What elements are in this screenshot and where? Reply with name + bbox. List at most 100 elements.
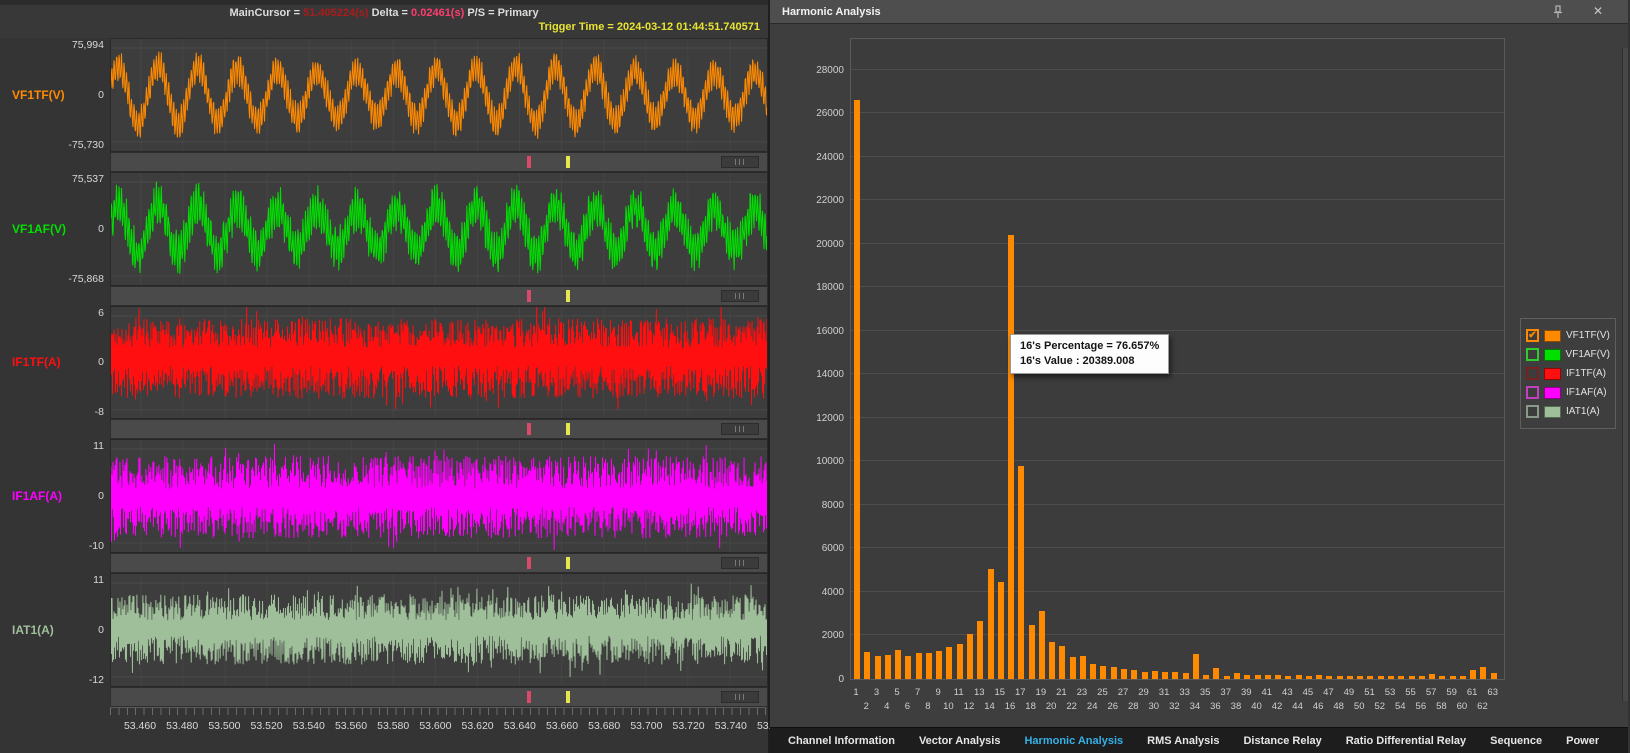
harmonic-bar[interactable]: [1470, 670, 1476, 679]
harmonic-bar[interactable]: [854, 100, 860, 679]
harmonic-bar[interactable]: [1347, 676, 1353, 679]
channel-name[interactable]: IF1TF(A): [12, 355, 61, 369]
aux-cursor-marker[interactable]: [566, 423, 570, 435]
legend-item[interactable]: IAT1(A): [1526, 402, 1610, 421]
tab-rms-analysis[interactable]: RMS Analysis: [1147, 735, 1219, 747]
legend-item[interactable]: VF1AF(V): [1526, 345, 1610, 364]
harmonic-bar[interactable]: [1265, 675, 1271, 679]
aux-cursor-marker[interactable]: [566, 290, 570, 302]
harmonic-bar[interactable]: [1121, 669, 1127, 679]
harmonic-bar[interactable]: [1142, 672, 1148, 679]
tab-channel-information[interactable]: Channel Information: [788, 735, 895, 747]
harmonic-bar[interactable]: [1152, 671, 1158, 679]
scrollbar-thumb[interactable]: [721, 423, 759, 435]
legend-item[interactable]: IF1AF(A): [1526, 383, 1610, 402]
harmonic-bar[interactable]: [1306, 676, 1312, 679]
harmonic-bar[interactable]: [916, 653, 922, 679]
aux-cursor-marker[interactable]: [566, 691, 570, 703]
scrollbar-thumb[interactable]: [721, 691, 759, 703]
harmonic-bar[interactable]: [1080, 656, 1086, 679]
harmonic-bar[interactable]: [1275, 675, 1281, 679]
harmonic-bar[interactable]: [905, 656, 911, 679]
tab-sequence[interactable]: Sequence: [1490, 735, 1542, 747]
harmonic-bar[interactable]: [1213, 668, 1219, 679]
harmonic-bar[interactable]: [1460, 676, 1466, 679]
channel-scroll-strip[interactable]: [110, 687, 768, 707]
harmonic-bar[interactable]: [1367, 676, 1373, 679]
harmonic-bar[interactable]: [1491, 673, 1497, 679]
harmonic-bar[interactable]: [1183, 673, 1189, 679]
tab-vector-analysis[interactable]: Vector Analysis: [919, 735, 1001, 747]
harmonic-bar[interactable]: [1296, 675, 1302, 679]
main-cursor-marker[interactable]: [527, 290, 531, 302]
harmonic-bar[interactable]: [1018, 466, 1024, 679]
channel-name[interactable]: VF1AF(V): [12, 222, 66, 236]
harmonic-bar[interactable]: [1193, 654, 1199, 679]
close-icon[interactable]: ✕: [1590, 3, 1606, 19]
channel-scroll-strip[interactable]: [110, 419, 768, 439]
harmonic-bar[interactable]: [1172, 672, 1178, 679]
harmonic-bar[interactable]: [1203, 675, 1209, 679]
channel-scroll-strip[interactable]: [110, 152, 768, 172]
harmonic-bar[interactable]: [1357, 676, 1363, 679]
tab-ratio-differential-relay[interactable]: Ratio Differential Relay: [1346, 735, 1466, 747]
harmonic-bar[interactable]: [1419, 676, 1425, 679]
waveform-plot[interactable]: [110, 573, 768, 687]
channel-name[interactable]: IF1AF(A): [12, 489, 62, 503]
channel-name[interactable]: IAT1(A): [12, 623, 54, 637]
harmonic-bar[interactable]: [1111, 667, 1117, 679]
harmonic-bar[interactable]: [1049, 642, 1055, 679]
harmonic-bar[interactable]: [967, 634, 973, 679]
harmonic-bar[interactable]: [1059, 646, 1065, 679]
harmonic-bar[interactable]: [1162, 672, 1168, 679]
harmonic-bar[interactable]: [1285, 676, 1291, 679]
harmonic-bar[interactable]: [1234, 673, 1240, 679]
harmonic-bar[interactable]: [1326, 676, 1332, 679]
tab-power[interactable]: Power: [1566, 735, 1599, 747]
harmonic-bar[interactable]: [895, 650, 901, 679]
harmonic-bar[interactable]: [1244, 675, 1250, 679]
harmonic-bar[interactable]: [977, 621, 983, 679]
main-cursor-marker[interactable]: [527, 557, 531, 569]
harmonic-bar[interactable]: [1409, 676, 1415, 679]
harmonic-bar[interactable]: [988, 569, 994, 679]
legend-checkbox[interactable]: [1526, 405, 1539, 418]
waveform-plot[interactable]: [110, 172, 768, 286]
scrollbar-thumb[interactable]: [721, 156, 759, 168]
harmonic-bar[interactable]: [1131, 670, 1137, 679]
aux-cursor-marker[interactable]: [566, 156, 570, 168]
waveform-plot[interactable]: [110, 38, 768, 152]
waveform-plot[interactable]: [110, 306, 768, 420]
channel-name[interactable]: VF1TF(V): [12, 88, 65, 102]
legend-checkbox[interactable]: [1526, 367, 1539, 380]
tab-distance-relay[interactable]: Distance Relay: [1243, 735, 1321, 747]
legend-checkbox[interactable]: [1526, 386, 1539, 399]
harmonic-bar[interactable]: [1480, 667, 1486, 679]
harmonic-bar[interactable]: [1378, 676, 1384, 679]
harmonic-bar[interactable]: [1316, 675, 1322, 679]
harmonic-bar[interactable]: [1450, 676, 1456, 679]
waveform-plot[interactable]: [110, 439, 768, 553]
harmonic-bar[interactable]: [1439, 676, 1445, 679]
scrollbar-thumb[interactable]: [721, 290, 759, 302]
harmonic-bar[interactable]: [1090, 664, 1096, 679]
harmonic-bar[interactable]: [1224, 676, 1230, 679]
harmonic-bar[interactable]: [885, 655, 891, 679]
harmonic-bar[interactable]: [864, 652, 870, 679]
main-cursor-marker[interactable]: [527, 156, 531, 168]
main-cursor-marker[interactable]: [527, 691, 531, 703]
legend-item[interactable]: ✔VF1TF(V): [1526, 326, 1610, 345]
harmonic-bar[interactable]: [1029, 625, 1035, 679]
harmonic-bar[interactable]: [1429, 674, 1435, 679]
harmonic-bar[interactable]: [936, 651, 942, 679]
legend-checkbox[interactable]: ✔: [1526, 329, 1539, 342]
harmonic-bar[interactable]: [926, 653, 932, 679]
channel-scroll-strip[interactable]: [110, 286, 768, 306]
scrollbar-thumb[interactable]: [721, 557, 759, 569]
tab-harmonic-analysis[interactable]: Harmonic Analysis: [1024, 735, 1123, 747]
harmonic-bar[interactable]: [1070, 657, 1076, 679]
harmonic-bar[interactable]: [1100, 666, 1106, 679]
harmonic-bar[interactable]: [1337, 676, 1343, 679]
legend-checkbox[interactable]: [1526, 348, 1539, 361]
harmonic-bar[interactable]: [1008, 235, 1014, 679]
